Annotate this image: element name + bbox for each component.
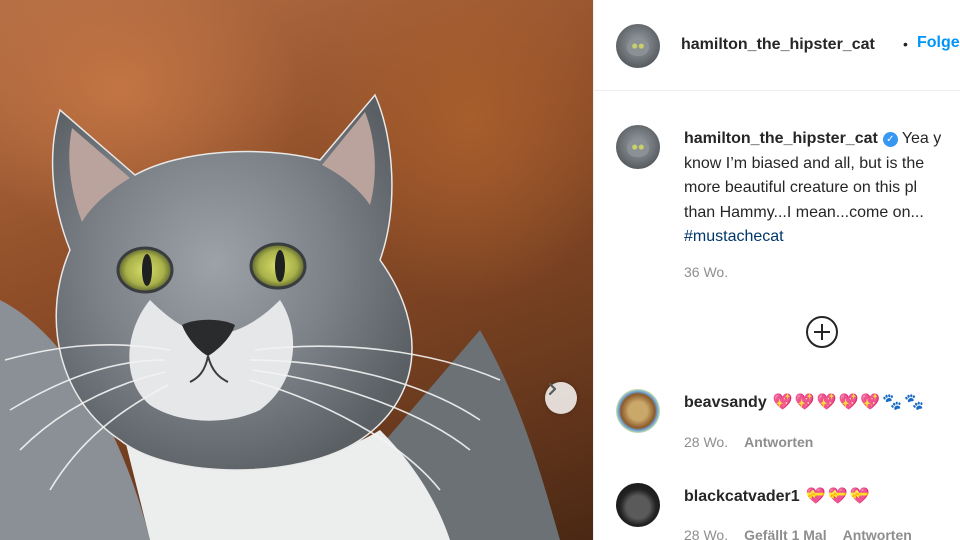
comment-timestamp[interactable]: 28 Wo.	[684, 527, 728, 540]
caption-text-line-4: than Hammy...I mean...come on...	[684, 203, 924, 221]
next-image-button[interactable]	[545, 382, 577, 414]
post-caption: hamilton_the_hipster_cat ✓ Yea y know I’m …	[684, 127, 960, 250]
header-separator: •	[903, 36, 908, 52]
caption-text-line-1: Yea y	[901, 130, 942, 147]
caption-username[interactable]: hamilton_the_hipster_cat	[684, 130, 878, 147]
reply-button[interactable]: Antworten	[744, 434, 813, 450]
caption-hashtag[interactable]: #mustachecat	[684, 225, 960, 250]
post-image[interactable]	[0, 0, 593, 540]
reply-button[interactable]: Antworten	[843, 527, 912, 540]
post-side-panel: hamilton_the_hipster_cat • Folge hamilto…	[593, 0, 960, 540]
caption-text-line-3: more beautiful creature on this pl	[684, 179, 918, 196]
caption-avatar[interactable]	[616, 125, 660, 169]
verified-badge-icon: ✓	[882, 132, 898, 147]
comment-avatar[interactable]	[616, 389, 660, 433]
follow-button[interactable]: Folge	[917, 34, 960, 52]
caption-text-line-2: know I’m biased and all, but is the	[684, 154, 925, 172]
author-avatar[interactable]	[616, 24, 660, 68]
post-header: hamilton_the_hipster_cat • Folge	[594, 0, 960, 91]
author-username[interactable]: hamilton_the_hipster_cat	[681, 36, 875, 54]
comment: beavsandy 💖💖💖💖💖🐾🐾	[684, 392, 926, 412]
comment: blackcatvader1 💝💝💝	[684, 486, 871, 506]
comment-meta: 28 Wo. Antworten	[684, 434, 813, 450]
comment-meta: 28 Wo. Gefällt 1 Mal Antworten	[684, 527, 912, 540]
cat-photo	[0, 93, 560, 540]
comment-username[interactable]: blackcatvader1	[684, 488, 800, 505]
caption-timestamp[interactable]: 36 Wo.	[684, 264, 728, 280]
caption-first-line: hamilton_the_hipster_cat ✓ Yea y	[684, 127, 960, 152]
comment-username[interactable]: beavsandy	[684, 394, 767, 411]
comment-text: 💖💖💖💖💖🐾🐾	[772, 392, 927, 411]
comment-text: 💝💝💝	[805, 486, 872, 505]
comment-likes[interactable]: Gefällt 1 Mal	[744, 527, 826, 540]
chevron-right-icon	[548, 382, 557, 396]
comment-timestamp[interactable]: 28 Wo.	[684, 434, 728, 450]
load-more-comments-button[interactable]	[806, 316, 838, 348]
comment-avatar[interactable]	[616, 483, 660, 527]
